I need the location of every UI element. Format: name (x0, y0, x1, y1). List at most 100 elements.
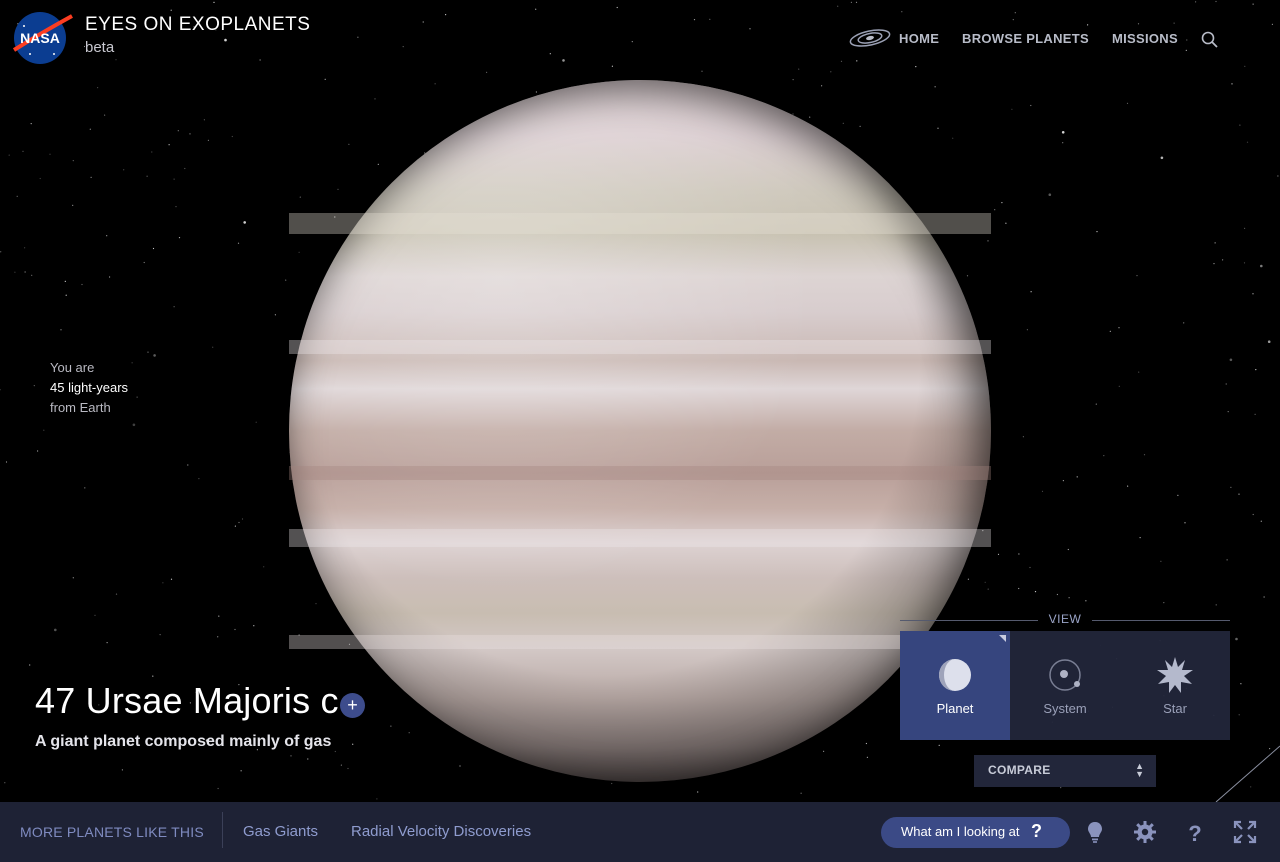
star-dot (934, 86, 936, 88)
svg-text:?: ? (1188, 821, 1201, 844)
fullscreen-icon[interactable] (1233, 820, 1257, 844)
search-icon[interactable] (1200, 30, 1220, 50)
link-gas-giants[interactable]: Gas Giants (243, 823, 318, 840)
star-dot (5, 461, 8, 463)
star-dot (132, 423, 136, 427)
star-dot (218, 615, 220, 617)
star-dot (987, 588, 989, 590)
star-dot (535, 91, 538, 93)
star-dot (255, 421, 257, 423)
star-dot (16, 195, 18, 197)
star-dot (84, 487, 86, 489)
star-dot (340, 764, 342, 766)
star-dot (434, 83, 436, 85)
distance-suffix: from Earth (50, 400, 111, 415)
star-icon (1157, 657, 1193, 693)
system-icon (1049, 659, 1081, 691)
star-dot (49, 153, 51, 155)
app-title: EYES ON EXOPLANETS (85, 14, 311, 35)
star-dot (8, 154, 10, 156)
star-dot (152, 247, 155, 250)
star-dot (131, 362, 133, 364)
settings-gear-icon[interactable] (1133, 820, 1157, 844)
star-dot (1076, 476, 1078, 478)
add-planet-button[interactable]: + (340, 693, 365, 718)
star-dot (1263, 596, 1265, 598)
star-dot (1227, 411, 1229, 413)
star-dot (377, 163, 379, 165)
star-dot (1222, 259, 1224, 261)
star-dot (997, 553, 1000, 556)
star-dot (4, 782, 6, 784)
star-dot (94, 614, 96, 616)
star-dot (136, 396, 138, 398)
select-arrows-icon: ▲ ▼ (1135, 761, 1144, 779)
star-dot (1041, 490, 1044, 492)
star-dot (1034, 591, 1037, 593)
view-star-button[interactable]: Star (1120, 631, 1230, 740)
app-subtitle: beta (85, 39, 115, 56)
star-dot (97, 87, 99, 89)
orbit-line-decoration (1215, 745, 1280, 802)
what-am-i-looking-at-button[interactable]: What am I looking at ? (881, 817, 1070, 848)
nav-home[interactable]: HOME (899, 31, 939, 46)
view-system-button[interactable]: System (1010, 631, 1120, 740)
galaxy-icon[interactable] (848, 27, 892, 49)
planet-render[interactable] (289, 80, 991, 782)
star-dot (24, 271, 26, 273)
star-dot (240, 770, 242, 772)
star-dot (1240, 683, 1242, 685)
star-dot (1214, 242, 1216, 244)
planet-title: 47 Ursae Majoris c (35, 680, 339, 721)
star-dot (64, 280, 66, 282)
star-dot (299, 196, 301, 198)
star-dot (187, 464, 189, 466)
star-dot (14, 271, 16, 273)
compare-dropdown[interactable]: COMPARE ▲ ▼ (974, 755, 1156, 787)
nav-browse-planets[interactable]: BROWSE PLANETS (962, 31, 1089, 46)
star-dot (823, 750, 825, 752)
bottom-divider (222, 812, 223, 848)
link-radial-velocity[interactable]: Radial Velocity Discoveries (351, 823, 531, 840)
view-star-label: Star (1163, 701, 1187, 716)
distance-readout: You are 45 light-years from Earth (50, 358, 128, 418)
star-dot (104, 114, 106, 116)
more-planets-label: MORE PLANETS LIKE THIS (20, 824, 204, 840)
star-dot (1096, 231, 1098, 233)
star-dot (81, 283, 83, 286)
star-dot (865, 742, 868, 745)
star-dot (243, 221, 246, 224)
star-dot (352, 743, 354, 745)
star-dot (1060, 787, 1062, 789)
view-header: VIEW (900, 612, 1230, 628)
star-dot (143, 261, 145, 264)
nasa-logo[interactable]: NASA (10, 10, 74, 66)
star-dot (238, 521, 240, 524)
active-corner-marker (999, 635, 1006, 642)
star-dot (1255, 369, 1257, 371)
star-dot (1277, 175, 1279, 177)
star-dot (72, 204, 74, 206)
star-dot (1067, 548, 1069, 551)
star-dot (151, 151, 153, 153)
star-dot (1138, 371, 1140, 373)
star-dot (175, 206, 177, 208)
nav-missions[interactable]: MISSIONS (1112, 31, 1178, 46)
star-dot (821, 85, 823, 87)
star-dot (1183, 322, 1185, 324)
planet-icon (939, 659, 971, 691)
star-dot (866, 756, 869, 758)
star-dot (298, 251, 300, 253)
star-dot (1118, 327, 1120, 329)
star-dot (1229, 358, 1233, 362)
bottom-bar: MORE PLANETS LIKE THIS Gas Giants Radial… (0, 802, 1280, 862)
star-dot (1103, 455, 1105, 457)
help-icon[interactable]: ? (1183, 820, 1207, 844)
star-dot (39, 177, 41, 180)
star-dot (1238, 493, 1240, 495)
lightbulb-icon[interactable] (1083, 820, 1107, 844)
view-planet-button[interactable]: Planet (900, 631, 1010, 740)
star-dot (159, 634, 161, 636)
star-dot (72, 160, 74, 162)
star-dot (1163, 602, 1165, 604)
